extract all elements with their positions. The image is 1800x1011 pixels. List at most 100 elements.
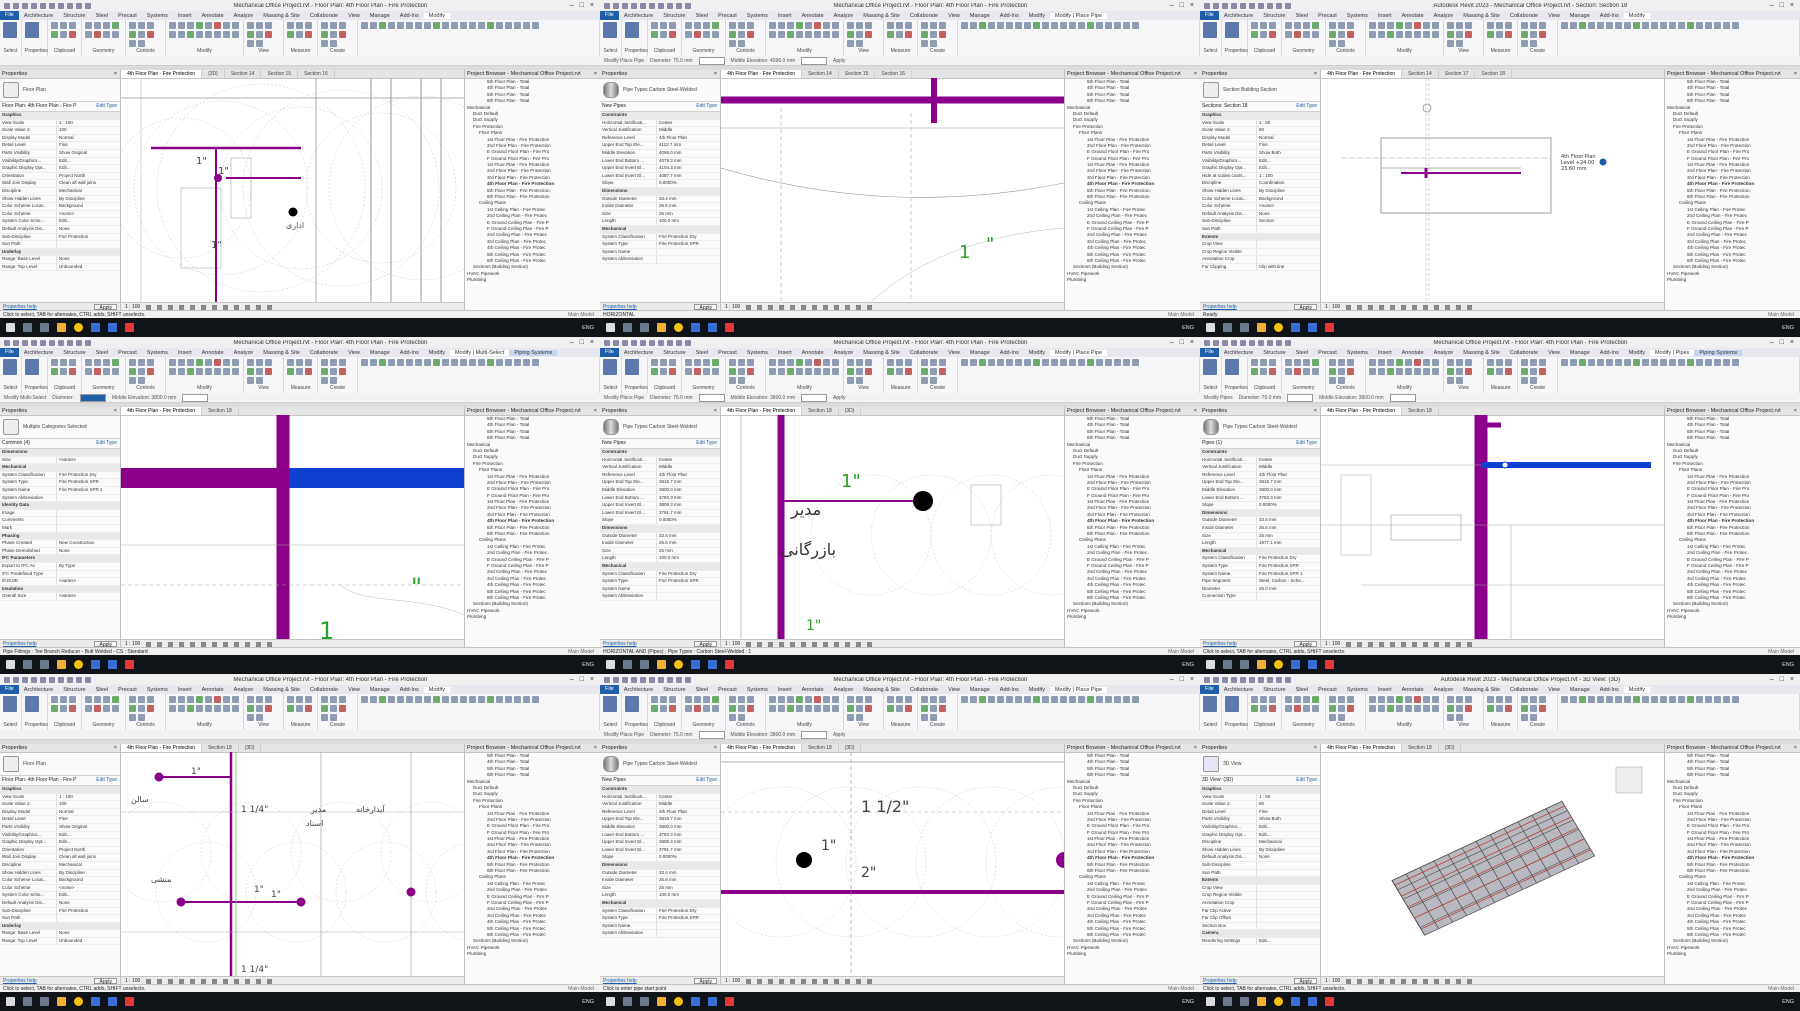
ribbon-tab[interactable]: Precast (713, 687, 742, 693)
view-control-icon[interactable] (1423, 641, 1429, 647)
ribbon-tool-icon[interactable] (896, 696, 903, 703)
ribbon-tool-icon[interactable] (685, 22, 692, 29)
ribbon-tool-icon[interactable] (997, 696, 1004, 703)
property-row[interactable]: System Name Fire Protection SPR 1 (1200, 570, 1320, 579)
chrome-icon[interactable] (1274, 323, 1283, 332)
ribbon-tool-icon[interactable] (1251, 359, 1258, 366)
ribbon-tool-icon[interactable] (905, 22, 912, 29)
property-row[interactable]: Graphic Display Opt... Edit... (1200, 831, 1320, 840)
ribbon-tab[interactable]: Systems (142, 350, 173, 356)
close-icon[interactable]: × (594, 70, 597, 78)
ribbon-tool-icon[interactable] (1378, 696, 1385, 703)
ribbon-large-tool-icon[interactable] (25, 696, 39, 712)
ribbon-tool-icon[interactable] (1414, 22, 1421, 29)
ribbon-large-tool-icon[interactable] (603, 22, 617, 38)
property-value[interactable]: Edit... (56, 831, 120, 839)
ribbon-tab[interactable]: Insert (173, 350, 197, 356)
property-row[interactable]: Wall Join Display Clean all wall joins (0, 180, 120, 188)
ribbon-tab[interactable]: Steel (691, 350, 714, 356)
property-row[interactable]: Crop View (1200, 241, 1320, 249)
ribbon-tool-icon[interactable] (129, 377, 136, 384)
view-control-icon[interactable] (1368, 978, 1374, 984)
close-icon[interactable]: × (1314, 744, 1317, 752)
ribbon-tool-icon[interactable] (823, 368, 830, 375)
ribbon-tool-icon[interactable] (660, 31, 667, 38)
property-value[interactable]: Mechanical (56, 861, 120, 869)
property-row[interactable]: Upper End Top Ele... 3816.7 mm (600, 479, 720, 487)
ribbon-tool-icon[interactable] (1732, 22, 1739, 29)
ribbon-tool-icon[interactable] (1487, 31, 1494, 38)
ribbon-tool-icon[interactable] (460, 359, 467, 366)
ribbon-tool-icon[interactable] (796, 359, 803, 366)
ribbon-tool-icon[interactable] (1487, 696, 1494, 703)
ribbon-tool-icon[interactable] (147, 705, 154, 712)
ribbon-tool-icon[interactable] (1505, 705, 1512, 712)
property-row[interactable]: System Color Sche... Edit... (0, 892, 120, 900)
properties-help-link[interactable]: Properties help (3, 977, 37, 984)
chrome-icon[interactable] (1274, 997, 1283, 1006)
ribbon-tool-icon[interactable] (1414, 31, 1421, 38)
ribbon-tab[interactable]: Systems (1342, 13, 1373, 19)
ribbon-tool-icon[interactable] (433, 359, 440, 366)
view-control-icon[interactable] (1434, 641, 1440, 647)
maximize-icon[interactable]: □ (1180, 2, 1184, 9)
close-icon[interactable]: × (1314, 70, 1317, 78)
windows-start-icon[interactable] (606, 997, 615, 1006)
view-control-icon[interactable] (245, 304, 251, 310)
ribbon-tool-icon[interactable] (1723, 22, 1730, 29)
property-value[interactable] (56, 494, 120, 502)
ribbon-tool-icon[interactable] (832, 368, 839, 375)
properties-help-link[interactable]: Properties help (603, 640, 637, 647)
ribbon-tool-icon[interactable] (1329, 705, 1336, 712)
ribbon-tool-icon[interactable] (1060, 696, 1067, 703)
ribbon-tool-icon[interactable] (1723, 696, 1730, 703)
ribbon-tool-icon[interactable] (1714, 359, 1721, 366)
view-control-icon[interactable] (1401, 978, 1407, 984)
ribbon-large-tool-icon[interactable] (1225, 696, 1239, 712)
property-row[interactable]: Crop Region Visible (1200, 892, 1320, 900)
ribbon-large-tool-icon[interactable] (603, 359, 617, 375)
ribbon-tool-icon[interactable] (1651, 696, 1658, 703)
ribbon-tool-icon[interactable] (169, 31, 176, 38)
property-row[interactable]: System Abbreviation (0, 494, 120, 503)
ribbon-tool-icon[interactable] (1123, 22, 1130, 29)
ribbon-tool-icon[interactable] (296, 705, 303, 712)
model-view-canvas[interactable]: 1"1"1"اداری (121, 78, 464, 302)
ribbon-tool-icon[interactable] (1294, 696, 1301, 703)
view-control-icon[interactable] (1445, 641, 1451, 647)
view-tab[interactable]: {3D} (1439, 744, 1462, 752)
property-value[interactable] (1256, 907, 1320, 915)
quick-access-icon[interactable] (667, 676, 673, 683)
ribbon-tool-icon[interactable] (415, 359, 422, 366)
property-value[interactable] (56, 517, 120, 524)
ribbon-tool-icon[interactable] (1338, 22, 1345, 29)
ribbon-tool-icon[interactable] (847, 22, 854, 29)
ribbon-tab[interactable]: Modify (1624, 350, 1650, 356)
ribbon-tool-icon[interactable] (1521, 705, 1528, 712)
ribbon-tab[interactable]: Systems (742, 687, 773, 693)
quick-access-icon[interactable] (676, 676, 682, 683)
quick-access-icon[interactable] (4, 339, 10, 346)
ribbon-tool-icon[interactable] (406, 359, 413, 366)
close-icon[interactable]: × (1794, 407, 1797, 415)
view-tab[interactable]: Section 18 (802, 407, 839, 415)
ribbon-tab[interactable]: View (1543, 350, 1565, 356)
view-control-icon[interactable] (768, 304, 774, 310)
ribbon-large-tool-icon[interactable] (3, 696, 17, 712)
ribbon-tool-icon[interactable] (1015, 359, 1022, 366)
ribbon-tool-icon[interactable] (1456, 22, 1463, 29)
ribbon-tab[interactable]: Steel (1291, 687, 1314, 693)
ribbon-tool-icon[interactable] (1465, 22, 1472, 29)
view-tab[interactable]: Section 15 (839, 70, 876, 78)
ribbon-tab[interactable]: Architecture (619, 350, 658, 356)
ribbon-tool-icon[interactable] (138, 377, 145, 384)
ribbon-tool-icon[interactable] (703, 705, 710, 712)
property-value[interactable]: Edit... (1256, 831, 1320, 839)
property-row[interactable]: Hide at scales coars... 1 : 100 (1200, 172, 1320, 181)
ribbon-tool-icon[interactable] (94, 696, 101, 703)
ribbon-tool-icon[interactable] (1561, 696, 1568, 703)
ribbon-tool-icon[interactable] (339, 696, 346, 703)
ribbon-tool-icon[interactable] (505, 22, 512, 29)
property-row[interactable]: Show Hidden Lines By Discipline (0, 869, 120, 878)
ribbon-tool-icon[interactable] (1615, 22, 1622, 29)
